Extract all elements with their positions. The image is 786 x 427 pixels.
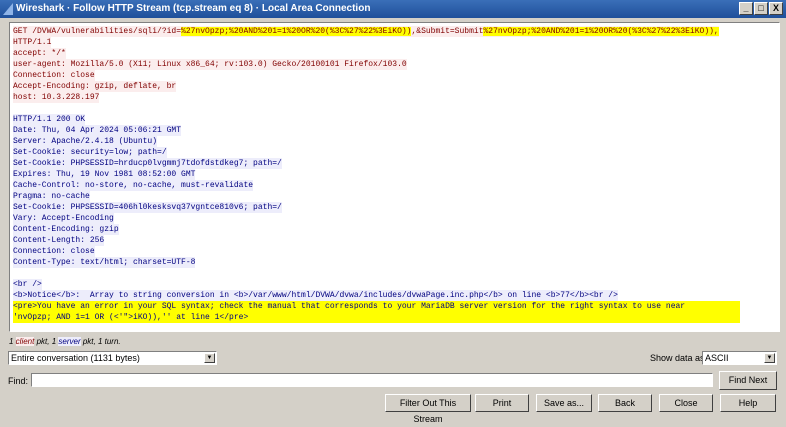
server-line: <b>Notice</b>: Array to string conversio…	[13, 290, 618, 301]
server-line: Connection: close	[13, 246, 95, 257]
conversation-select-value: Entire conversation (1131 bytes)	[11, 353, 140, 363]
client-line: accept: */*	[13, 48, 66, 59]
find-next-button[interactable]: Find Next	[719, 371, 777, 390]
highlighted-error-line: <pre>You have an error in your SQL synta…	[13, 301, 740, 312]
server-line: Cache-Control: no-store, no-cache, must-…	[13, 180, 254, 191]
client-line: Connection: close	[13, 70, 95, 81]
client-line: host: 10.3.228.197	[13, 92, 100, 103]
title-bar: Wireshark · Follow HTTP Stream (tcp.stre…	[0, 0, 786, 18]
client-label: client	[15, 337, 35, 346]
help-button[interactable]: Help	[720, 394, 776, 412]
request-path: GET /DVWA/vulnerabilities/sqli/?id=	[13, 27, 182, 36]
server-line: Vary: Accept-Encoding	[13, 213, 114, 224]
chevron-down-icon[interactable]: ▼	[204, 353, 215, 363]
server-line: <br />	[13, 279, 42, 290]
client-line: user-agent: Mozilla/5.0 (X11; Linux x86_…	[13, 59, 407, 70]
show-data-as-value: ASCII	[705, 353, 729, 363]
server-line: Content-Type: text/html; charset=UTF-8	[13, 257, 196, 268]
find-label: Find:	[8, 376, 29, 386]
highlighted-payload: %27nvOpzp;%20AND%201=1%20OR%20(%3C%27%22…	[483, 27, 719, 36]
server-line: Server: Apache/2.4.18 (Ubuntu)	[13, 136, 158, 147]
window-title: Wireshark · Follow HTTP Stream (tcp.stre…	[16, 3, 371, 14]
client-line: Accept-Encoding: gzip, deflate, br	[13, 81, 177, 92]
conversation-select[interactable]: Entire conversation (1131 bytes) ▼	[8, 351, 217, 365]
filter-out-stream-button[interactable]: Filter Out This Stream	[385, 394, 471, 424]
minimize-button[interactable]: _	[739, 2, 753, 15]
server-line: Content-Encoding: gzip	[13, 224, 119, 235]
show-data-as-label: Show data as	[650, 353, 705, 363]
server-line: Set-Cookie: security=low; path=/	[13, 147, 167, 158]
server-line: Content-Length: 256	[13, 235, 105, 246]
client-line: GET /DVWA/vulnerabilities/sqli/?id=%27nv…	[13, 26, 719, 37]
save-as-button[interactable]: Save as...	[536, 394, 592, 412]
highlighted-payload: %27nvOpzp;%20AND%201=1%20OR%20(%3C%27%22…	[181, 27, 412, 36]
server-line: HTTP/1.1 200 OK	[13, 114, 86, 125]
find-input[interactable]	[31, 373, 713, 387]
server-line: Pragma: no-cache	[13, 191, 90, 202]
close-button[interactable]: Close	[659, 394, 713, 412]
print-button[interactable]: Print	[475, 394, 529, 412]
client-line: HTTP/1.1	[13, 37, 52, 48]
server-line: Set-Cookie: PHPSESSID=406hl0kesksvq37vgn…	[13, 202, 282, 213]
wireshark-logo-icon	[3, 3, 13, 15]
server-label: server	[58, 337, 81, 346]
maximize-button[interactable]: □	[754, 2, 768, 15]
back-button[interactable]: Back	[598, 394, 652, 412]
server-line: Set-Cookie: PHPSESSID=hrducp0lvgmmj7tdof…	[13, 158, 282, 169]
highlighted-error-line: 'nvOpzp; AND 1=1 OR (<'">iKO)),'' at lin…	[13, 312, 740, 323]
request-param: ,&Submit=Submit	[411, 27, 484, 36]
server-line: Date: Thu, 04 Apr 2024 05:06:21 GMT	[13, 125, 182, 136]
close-window-button[interactable]: X	[769, 2, 783, 15]
server-line: Expires: Thu, 19 Nov 1981 08:52:00 GMT	[13, 169, 196, 180]
chevron-down-icon[interactable]: ▼	[764, 353, 775, 363]
stream-content[interactable]: GET /DVWA/vulnerabilities/sqli/?id=%27nv…	[9, 22, 780, 332]
show-data-as-select[interactable]: ASCII ▼	[702, 351, 777, 365]
packet-status: 1 client pkt, 1 server pkt, 1 turn.	[9, 337, 121, 346]
